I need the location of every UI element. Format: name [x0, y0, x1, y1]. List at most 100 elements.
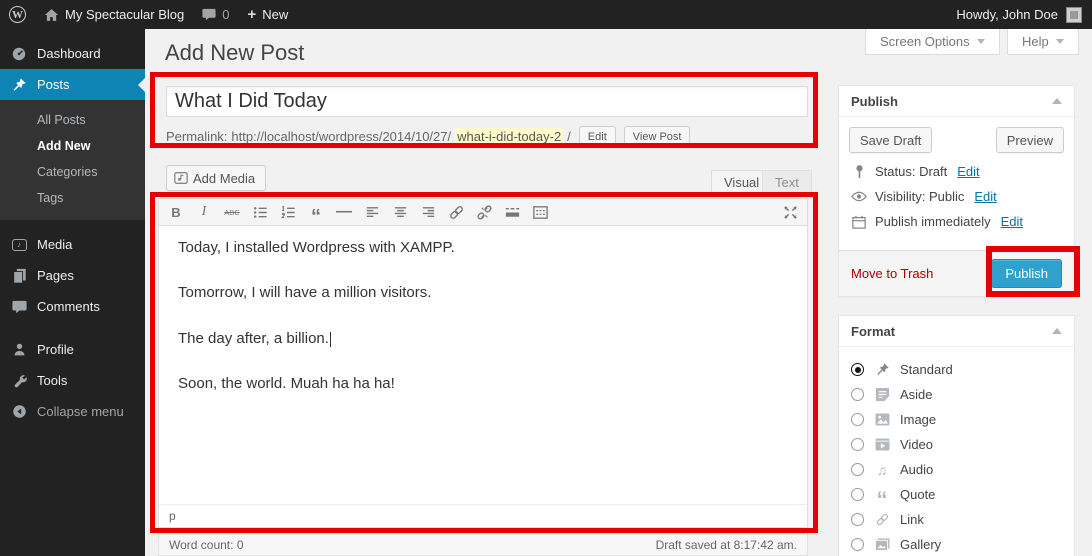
bulleted-list-icon[interactable] — [247, 201, 273, 224]
align-right-icon[interactable] — [415, 201, 441, 224]
sidebar-item-add-new[interactable]: Add New — [0, 133, 145, 159]
format-option-standard[interactable]: Standard — [851, 357, 1062, 382]
site-name-label: My Spectacular Blog — [65, 7, 184, 22]
post-title-input[interactable] — [166, 86, 808, 117]
sidebar-item-media[interactable]: ♪ Media — [0, 229, 145, 260]
blockquote-icon[interactable]: “ — [303, 201, 329, 224]
sidebar-item-label: Comments — [37, 299, 100, 314]
format-label: Aside — [900, 387, 933, 402]
pages-icon — [10, 267, 28, 285]
screen-options-button[interactable]: Screen Options — [865, 29, 1000, 55]
italic-icon[interactable]: I — [191, 201, 217, 224]
align-center-icon[interactable] — [387, 201, 413, 224]
format-box-header[interactable]: Format — [839, 316, 1074, 347]
remove-link-icon[interactable] — [471, 201, 497, 224]
format-option-video[interactable]: Video — [851, 432, 1062, 457]
sidebar-item-categories[interactable]: Categories — [0, 159, 145, 185]
sidebar-item-comments[interactable]: Comments — [0, 291, 145, 322]
editor-paragraph: Today, I installed Wordpress with XAMPP. — [178, 239, 788, 256]
status-row: Status: Draft Edit — [839, 159, 1074, 184]
save-draft-button[interactable]: Save Draft — [849, 127, 932, 153]
bold-icon[interactable]: B — [163, 201, 189, 224]
site-name-link[interactable]: My Spectacular Blog — [35, 0, 193, 29]
distraction-free-fullscreen-icon[interactable] — [777, 201, 803, 224]
edit-permalink-button[interactable]: Edit — [579, 126, 616, 147]
radio-unselected[interactable] — [851, 488, 864, 501]
radio-selected[interactable] — [851, 363, 864, 376]
publish-box-header[interactable]: Publish — [839, 86, 1074, 117]
sidebar-item-posts[interactable]: Posts — [0, 69, 145, 100]
wordpress-logo-icon: W — [9, 6, 26, 23]
help-label: Help — [1022, 34, 1049, 49]
radio-unselected[interactable] — [851, 538, 864, 551]
wordpress-admin-screen: W My Spectacular Blog 0 + New Howdy, Joh… — [0, 0, 1092, 556]
dashboard-icon — [10, 45, 28, 63]
help-button[interactable]: Help — [1007, 29, 1079, 55]
format-option-audio[interactable]: ♫ Audio — [851, 457, 1062, 482]
howdy-account-link[interactable]: Howdy, John Doe — [956, 7, 1058, 22]
format-option-gallery[interactable]: Gallery — [851, 532, 1062, 556]
horizontal-rule-icon[interactable]: — — [331, 201, 357, 224]
sidebar-item-all-posts[interactable]: All Posts — [0, 107, 145, 133]
sidebar-item-label: Dashboard — [37, 46, 101, 61]
sidebar-item-profile[interactable]: Profile — [0, 334, 145, 365]
insert-more-tag-icon[interactable] — [499, 201, 525, 224]
move-to-trash-link[interactable]: Move to Trash — [851, 266, 933, 281]
numbered-list-icon[interactable] — [275, 201, 301, 224]
media-icon: ♪ — [10, 236, 28, 254]
format-option-image[interactable]: Image — [851, 407, 1062, 432]
collapse-panel-icon[interactable] — [1052, 328, 1062, 334]
publish-button[interactable]: Publish — [991, 259, 1062, 288]
sidebar-item-tools[interactable]: Tools — [0, 365, 145, 396]
editor-content-area[interactable]: Today, I installed Wordpress with XAMPP.… — [159, 226, 807, 504]
schedule-text: Publish immediately — [875, 214, 991, 229]
permalink-row: Permalink: http://localhost/wordpress/20… — [166, 126, 690, 147]
radio-unselected[interactable] — [851, 388, 864, 401]
align-left-icon[interactable] — [359, 201, 385, 224]
tab-text[interactable]: Text — [762, 170, 812, 194]
format-label: Quote — [900, 487, 935, 502]
strikethrough-icon[interactable]: ABC — [219, 201, 245, 224]
format-option-quote[interactable]: “ Quote — [851, 482, 1062, 507]
format-box: Format Standard Aside — [838, 315, 1075, 556]
insert-link-icon[interactable] — [443, 201, 469, 224]
user-avatar[interactable] — [1066, 7, 1082, 23]
preview-button[interactable]: Preview — [996, 127, 1064, 153]
word-count: Word count: 0 — [169, 538, 244, 552]
permalink-slug[interactable]: what-i-did-today-2 — [455, 128, 563, 145]
element-path-indicator[interactable]: p — [169, 509, 176, 523]
publish-box-title: Publish — [851, 94, 898, 109]
editor-path-bar: p — [159, 504, 807, 527]
visibility-text: Visibility: Public — [875, 189, 964, 204]
view-post-button[interactable]: View Post — [624, 126, 691, 147]
page-title: Add New Post — [165, 40, 304, 66]
toolbar-toggle-icon[interactable] — [527, 201, 553, 224]
radio-unselected[interactable] — [851, 413, 864, 426]
edit-status-link[interactable]: Edit — [957, 164, 979, 179]
sidebar-item-collapse-menu[interactable]: Collapse menu — [0, 396, 145, 427]
text-cursor — [330, 332, 331, 347]
new-content-menu[interactable]: + New — [238, 0, 297, 29]
add-media-icon — [174, 172, 188, 184]
format-label: Standard — [900, 362, 953, 377]
comments-bubble[interactable]: 0 — [193, 0, 238, 29]
sidebar-item-tags[interactable]: Tags — [0, 185, 145, 211]
sidebar-item-dashboard[interactable]: Dashboard — [0, 38, 145, 69]
editor-paragraph: Soon, the world. Muah ha ha ha! — [178, 375, 788, 392]
collapse-panel-icon[interactable] — [1052, 98, 1062, 104]
add-media-button[interactable]: Add Media — [166, 165, 266, 191]
format-label: Gallery — [900, 537, 941, 552]
edit-schedule-link[interactable]: Edit — [1001, 214, 1023, 229]
format-options-list: Standard Aside Image — [839, 347, 1074, 556]
edit-visibility-link[interactable]: Edit — [974, 189, 996, 204]
major-publishing-actions: Move to Trash Publish — [839, 250, 1074, 296]
wp-logo-menu[interactable]: W — [0, 0, 35, 29]
radio-unselected[interactable] — [851, 438, 864, 451]
radio-unselected[interactable] — [851, 463, 864, 476]
sidebar-item-pages[interactable]: Pages — [0, 260, 145, 291]
radio-unselected[interactable] — [851, 513, 864, 526]
format-option-aside[interactable]: Aside — [851, 382, 1062, 407]
status-text: Status: Draft — [875, 164, 947, 179]
editor-paragraph: The day after, a billion. — [178, 330, 788, 347]
comments-count: 0 — [222, 7, 229, 22]
